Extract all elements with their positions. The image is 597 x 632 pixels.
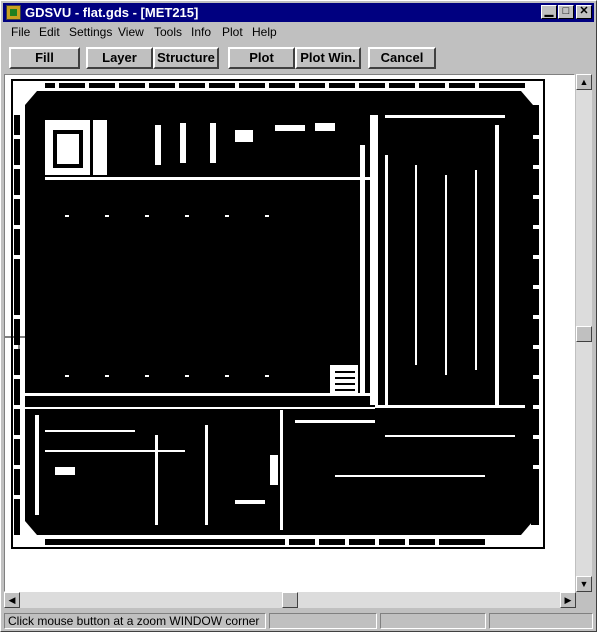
horizontal-scroll-thumb[interactable] — [282, 592, 298, 608]
scroll-down-button[interactable]: ▼ — [576, 576, 592, 592]
layout-canvas[interactable] — [4, 74, 575, 592]
menu-plot[interactable]: Plot — [222, 25, 243, 39]
menu-tools[interactable]: Tools — [154, 25, 182, 39]
maximize-button[interactable]: □ — [558, 5, 574, 19]
plot-window-button[interactable]: Plot Win. — [295, 47, 361, 69]
menu-view[interactable]: View — [118, 25, 144, 39]
status-bar: Click mouse button at a zoom WINDOW corn… — [3, 611, 594, 631]
title-bar[interactable]: GDSVU - flat.gds - [MET215] ▁ □ ✕ — [3, 3, 594, 22]
horizontal-scrollbar[interactable]: ◀ ▶ — [4, 592, 576, 608]
menu-info[interactable]: Info — [191, 25, 211, 39]
status-pane-2 — [269, 613, 377, 629]
toolbar: Fill Layer Structure Plot Plot Win. Canc… — [3, 44, 594, 72]
fill-button[interactable]: Fill — [9, 47, 80, 69]
vertical-scroll-thumb[interactable] — [576, 326, 592, 342]
menu-bar: File Edit Settings View Tools Info Plot … — [3, 23, 594, 42]
status-pane-3 — [380, 613, 486, 629]
status-pane-4 — [489, 613, 593, 629]
close-button[interactable]: ✕ — [576, 5, 592, 19]
structure-button[interactable]: Structure — [153, 47, 219, 69]
cancel-button[interactable]: Cancel — [368, 47, 436, 69]
chip-layout-drawing — [5, 79, 545, 549]
minimize-button[interactable]: ▁ — [541, 5, 557, 19]
vertical-scrollbar[interactable]: ▲ ▼ — [576, 74, 592, 592]
menu-settings[interactable]: Settings — [69, 25, 112, 39]
layer-button[interactable]: Layer — [86, 47, 153, 69]
scroll-up-button[interactable]: ▲ — [576, 74, 592, 90]
status-message: Click mouse button at a zoom WINDOW corn… — [4, 613, 266, 629]
app-window: GDSVU - flat.gds - [MET215] ▁ □ ✕ File E… — [0, 0, 597, 632]
menu-help[interactable]: Help — [252, 25, 277, 39]
menu-file[interactable]: File — [11, 25, 30, 39]
scroll-corner — [576, 592, 592, 608]
plot-button[interactable]: Plot — [228, 47, 295, 69]
menu-edit[interactable]: Edit — [39, 25, 60, 39]
app-icon[interactable] — [6, 5, 21, 20]
scroll-right-button[interactable]: ▶ — [560, 592, 576, 608]
window-title: GDSVU - flat.gds - [MET215] — [25, 5, 199, 20]
scroll-left-button[interactable]: ◀ — [4, 592, 20, 608]
